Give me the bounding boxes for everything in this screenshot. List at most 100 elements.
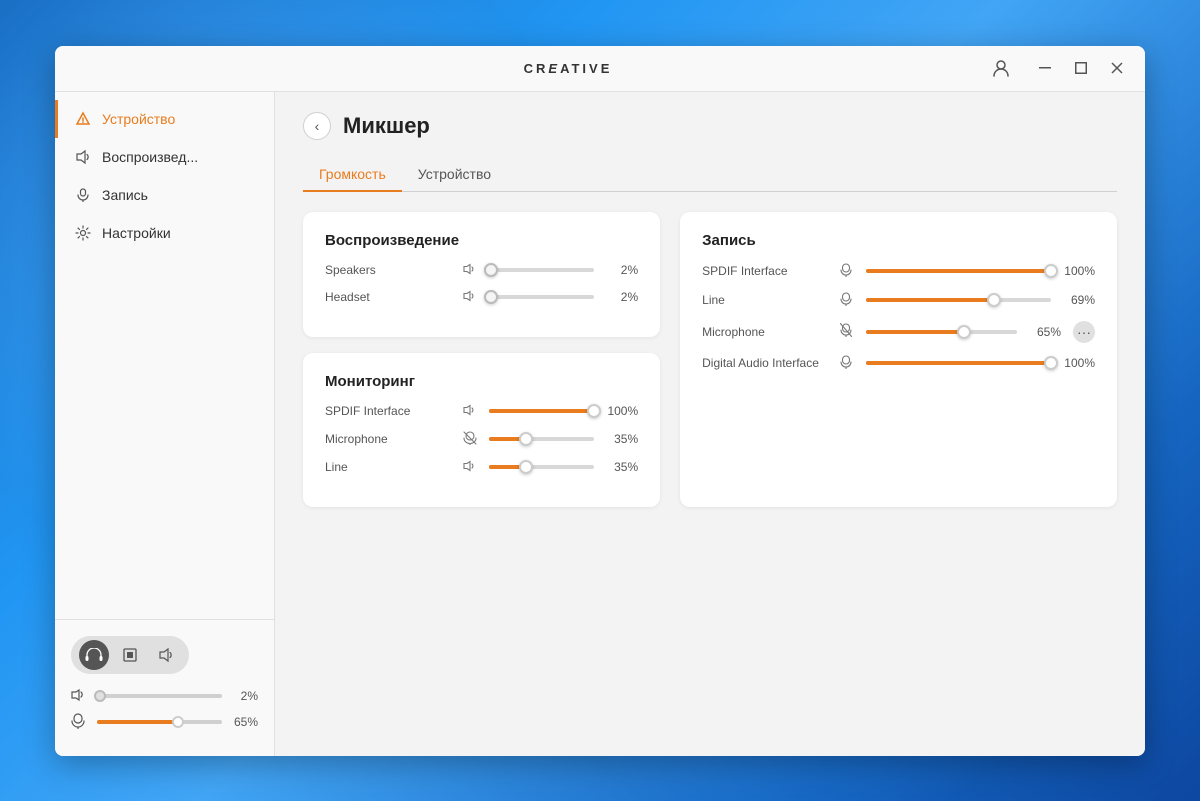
rec-spdif-icon <box>840 263 858 280</box>
tab-volume[interactable]: Громкость <box>303 158 402 192</box>
mon-line-value: 35% <box>602 460 638 474</box>
mon-line-row: Line 35% <box>325 460 638 475</box>
mon-mic-thumb <box>519 432 533 446</box>
mon-spdif-track[interactable] <box>489 409 594 413</box>
app-title: CREATIVE <box>524 61 613 76</box>
bottom-mic-icon <box>71 713 89 732</box>
rec-digital-value: 100% <box>1059 356 1095 370</box>
speakers-row: Speakers 2% <box>325 263 638 278</box>
speakers-label: Speakers <box>325 263 455 277</box>
speakers-track[interactable] <box>489 268 594 272</box>
mon-spdif-thumb <box>587 404 601 418</box>
alert-icon <box>74 110 92 128</box>
bottom-volume-icon <box>71 688 89 705</box>
sidebar-item-settings[interactable]: Настройки <box>55 214 274 252</box>
sidebar-item-playback[interactable]: Воспроизвед... <box>55 138 274 176</box>
rec-line-label: Line <box>702 293 832 307</box>
headset-label: Headset <box>325 290 455 304</box>
playback-card-title: Воспроизведение <box>325 232 638 249</box>
close-button[interactable] <box>1101 52 1133 84</box>
headphone-device-btn[interactable] <box>79 640 109 670</box>
rec-mic-more-button[interactable]: ··· <box>1073 321 1095 343</box>
mon-line-thumb <box>519 460 533 474</box>
bottom-volume-slider[interactable] <box>97 694 222 698</box>
bottom-mic-slider[interactable] <box>97 720 222 724</box>
main-layout: Устройство Воспроизвед... <box>55 92 1145 756</box>
speaker-icon <box>74 148 92 166</box>
rec-mic-thumb <box>957 325 971 339</box>
headset-icon <box>463 290 481 305</box>
bottom-mic-fill <box>97 720 178 724</box>
rec-line-value: 69% <box>1059 293 1095 307</box>
back-button[interactable]: ‹ <box>303 112 331 140</box>
bottom-mic-thumb <box>172 716 184 728</box>
bottom-mic-value: 65% <box>230 715 258 729</box>
rec-mic-track[interactable] <box>866 330 1017 334</box>
rec-spdif-thumb <box>1044 264 1058 278</box>
mon-line-label: Line <box>325 460 455 474</box>
minimize-button[interactable] <box>1029 52 1061 84</box>
rec-spdif-track[interactable] <box>866 269 1051 273</box>
app-window: CREATIVE <box>55 46 1145 756</box>
rec-line-icon <box>840 292 858 309</box>
speakers-value: 2% <box>602 263 638 277</box>
rec-line-row: Line 69% <box>702 292 1095 309</box>
speaker-device-btn[interactable] <box>151 640 181 670</box>
sidebar-playback-label: Воспроизвед... <box>102 149 198 165</box>
sidebar-settings-label: Настройки <box>102 225 171 241</box>
rec-mic-row: Microphone <box>702 321 1095 343</box>
sidebar-item-record[interactable]: Запись <box>55 176 274 214</box>
rec-digital-row: Digital Audio Interface 1 <box>702 355 1095 372</box>
mon-line-track[interactable] <box>489 465 594 469</box>
rec-digital-icon <box>840 355 858 372</box>
rec-digital-track[interactable] <box>866 361 1051 365</box>
tab-bar: Громкость Устройство <box>303 158 1117 192</box>
headset-row: Headset 2% <box>325 290 638 305</box>
mic-icon <box>74 186 92 204</box>
playback-card: Воспроизведение Speakers <box>303 212 660 337</box>
rec-mic-fill <box>866 330 964 334</box>
headset-thumb <box>484 290 498 304</box>
sidebar-record-label: Запись <box>102 187 148 203</box>
device-icon-group <box>71 636 189 674</box>
content-area: ‹ Микшер Громкость Устройство Воспроизве… <box>275 92 1145 756</box>
window-controls <box>985 52 1133 84</box>
monitoring-card: Мониторинг SPDIF Interface <box>303 353 660 507</box>
headset-value: 2% <box>602 290 638 304</box>
monitoring-card-title: Мониторинг <box>325 373 638 390</box>
rec-spdif-row: SPDIF Interface 100% <box>702 263 1095 280</box>
tab-device[interactable]: Устройство <box>402 158 507 192</box>
mon-mic-value: 35% <box>602 432 638 446</box>
record-card-title: Запись <box>702 232 1095 249</box>
title-bar: CREATIVE <box>55 46 1145 92</box>
mon-spdif-row: SPDIF Interface 100% <box>325 404 638 419</box>
bottom-volume-thumb <box>94 690 106 702</box>
bottom-volume-row: 2% <box>71 688 258 705</box>
rec-line-track[interactable] <box>866 298 1051 302</box>
bottom-volume-value: 2% <box>230 689 258 703</box>
speakers-icon <box>463 263 481 278</box>
sidebar-bottom: 2% 65% <box>55 619 274 756</box>
gear-icon <box>74 224 92 242</box>
rec-mic-value: 65% <box>1025 325 1061 339</box>
sidebar-item-device[interactable]: Устройство <box>55 100 274 138</box>
record-card: Запись SPDIF Interface <box>680 212 1117 507</box>
square-device-btn[interactable] <box>115 640 145 670</box>
rec-digital-label: Digital Audio Interface <box>702 356 832 370</box>
sidebar: Устройство Воспроизвед... <box>55 92 275 756</box>
user-icon-button[interactable] <box>985 52 1017 84</box>
rec-digital-thumb <box>1044 356 1058 370</box>
mon-mic-row: Microphone <box>325 431 638 448</box>
mon-mic-track[interactable] <box>489 437 594 441</box>
maximize-button[interactable] <box>1065 52 1097 84</box>
rec-line-thumb <box>987 293 1001 307</box>
rec-line-fill <box>866 298 994 302</box>
mon-mic-muted-icon <box>463 431 481 448</box>
mon-spdif-label: SPDIF Interface <box>325 404 455 418</box>
cards-row: Воспроизведение Speakers <box>303 212 1117 507</box>
mon-spdif-icon <box>463 404 481 419</box>
speakers-thumb <box>484 263 498 277</box>
page-title: Микшер <box>343 113 430 139</box>
sidebar-device-label: Устройство <box>102 111 175 127</box>
headset-track[interactable] <box>489 295 594 299</box>
